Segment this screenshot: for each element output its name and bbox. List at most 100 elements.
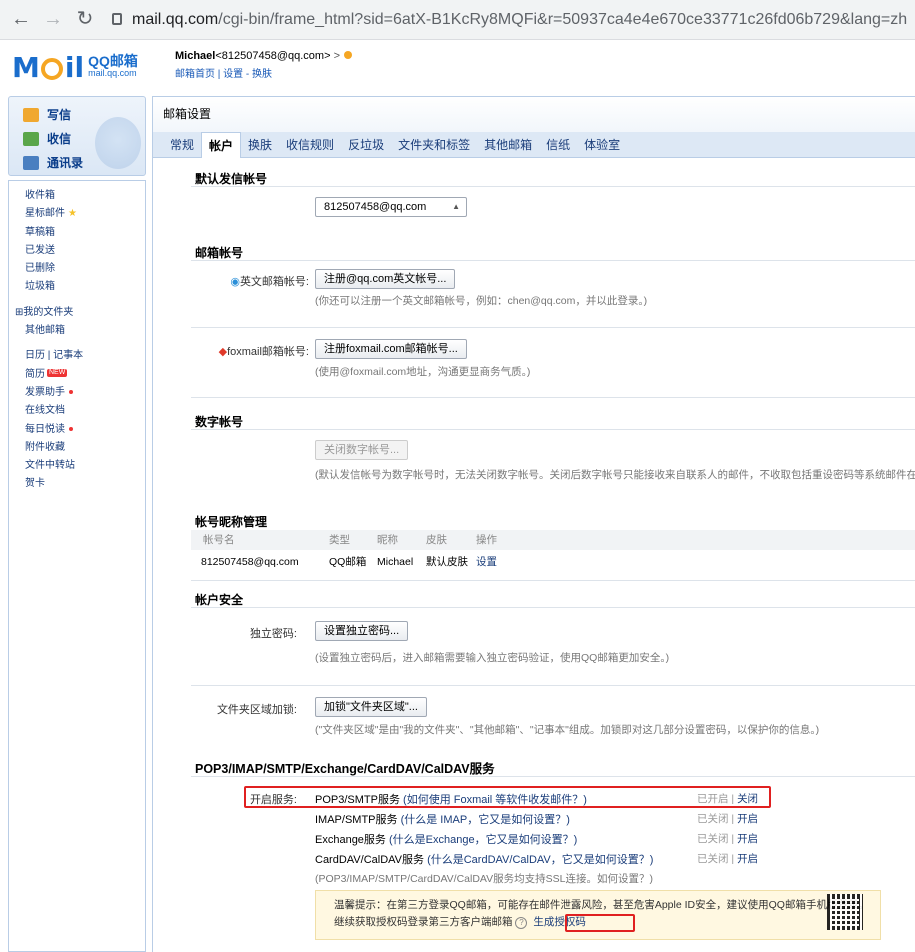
cell-account: 812507458@qq.com — [201, 556, 299, 568]
default-sender-select[interactable]: 812507458@qq.com ▲ — [315, 197, 467, 217]
service-name: CardDAV/CalDAV服务 — [315, 854, 425, 866]
back-arrow-icon[interactable]: ← — [10, 8, 32, 30]
sidebar-item-docs[interactable]: 在线文档 — [9, 402, 145, 420]
tab-rules[interactable]: 收信规则 — [279, 132, 341, 158]
settings-tabs: 常规 帐户 换肤 收信规则 反垃圾 文件夹和标签 其他邮箱 信纸 体验室 — [153, 132, 915, 158]
security-heading: 帐户安全 — [195, 593, 244, 607]
highlight-box — [244, 786, 771, 808]
nickname-settings-link[interactable]: 设置 — [476, 550, 526, 574]
user-info: Michael<812507458@qq.com> > 邮箱首页 | 设置 - … — [175, 50, 353, 80]
status-text: 已关闭 — [697, 833, 729, 845]
service-name: IMAP/SMTP服务 — [315, 814, 398, 826]
sidebar-item-starred[interactable]: 星标邮件 ★ — [9, 205, 145, 223]
sidebar-item-invoice[interactable]: 发票助手 — [9, 384, 145, 402]
sidebar-item-deleted[interactable]: 已删除 — [9, 260, 145, 278]
service-help-link[interactable]: (什么是 IMAP，它又是如何设置？) — [401, 814, 570, 826]
carddav-status: 已关闭 | 开启 — [697, 853, 759, 865]
close-digital-account-button[interactable]: 关闭数字帐号... — [315, 440, 409, 460]
sidebar-item-file-transfer[interactable]: 文件中转站 — [9, 457, 145, 475]
col-action: 操作 — [476, 534, 497, 546]
logo-domain-text: mail.qq.com — [88, 68, 137, 78]
globe-icon: ◉ — [230, 276, 240, 288]
sidebar-item-calendar-notes[interactable]: 日历 | 记事本 — [9, 347, 145, 365]
tab-general[interactable]: 常规 — [163, 132, 201, 158]
settings-panel: 邮箱设置 常规 帐户 换肤 收信规则 反垃圾 文件夹和标签 其他邮箱 信纸 体验… — [152, 96, 915, 952]
forward-arrow-icon[interactable]: → — [42, 8, 64, 30]
sidebar-item-daily-read[interactable]: 每日悦读 — [9, 421, 145, 439]
password-hint: (设置独立密码后，进入邮箱需要输入独立密码验证，使用QQ邮箱更加安全。) — [315, 652, 670, 664]
english-account-label: ◉英文邮箱帐号: — [223, 273, 309, 289]
service-help-link[interactable]: (什么是CardDAV/CalDAV，它又是如何设置？) — [427, 854, 653, 866]
sidebar-item-resume[interactable]: 简历 NEW — [9, 366, 145, 384]
carddav-open-link[interactable]: 开启 — [737, 853, 758, 865]
default-sender-heading: 默认发信帐号 — [195, 172, 268, 186]
lock-folder-button[interactable]: 加锁"文件夹区域"... — [315, 697, 427, 717]
compose-label: 写信 — [47, 108, 72, 122]
status-dot-icon — [344, 51, 353, 59]
register-english-button[interactable]: 注册@qq.com英文帐号... — [315, 269, 456, 289]
tab-antispam[interactable]: 反垃圾 — [341, 132, 391, 158]
col-type: 类型 — [329, 534, 350, 546]
service-name: Exchange服务 — [315, 834, 386, 846]
resume-label: 简历 — [25, 368, 45, 380]
header-links[interactable]: 邮箱首页 | 设置 - 换肤 — [175, 65, 352, 80]
user-name[interactable]: Michael — [175, 50, 215, 62]
exchange-service: Exchange服务 (什么是Exchange，它又是如何设置？) — [315, 831, 577, 847]
warning-text-line1: 温馨提示：在第三方登录QQ邮箱，可能存在邮件泄露风险，甚至危害Apple ID安… — [334, 899, 869, 911]
status-text: 已关闭 — [697, 853, 729, 865]
logo-qq-text: QQ邮箱 — [88, 53, 138, 69]
sidebar-item-inbox[interactable]: 收件箱 — [9, 187, 145, 205]
sidebar-item-other-mailbox[interactable]: 其他邮箱 — [9, 322, 145, 340]
sidebar-item-cards[interactable]: 贺卡 — [9, 475, 145, 493]
folder-list: 收件箱 星标邮件 ★ 草稿箱 已发送 已删除 垃圾箱 ⊞我的文件夹 其他邮箱 日历… — [8, 180, 146, 952]
sidebar-item-sent[interactable]: 已发送 — [9, 242, 145, 260]
star-icon: ★ — [68, 208, 77, 220]
tab-lab[interactable]: 体验室 — [577, 132, 627, 158]
digital-account-heading: 数字帐号 — [195, 415, 244, 429]
reload-icon[interactable]: ↻ — [74, 8, 96, 30]
tab-skin[interactable]: 换肤 — [241, 132, 279, 158]
help-circle-icon[interactable]: ? — [515, 917, 528, 929]
exchange-open-link[interactable]: 开启 — [737, 833, 758, 845]
register-foxmail-button[interactable]: 注册foxmail.com邮箱帐号... — [315, 339, 467, 359]
service-help-link[interactable]: (什么是Exchange，它又是如何设置？) — [389, 834, 577, 846]
carddav-service: CardDAV/CalDAV服务 (什么是CardDAV/CalDAV，它又是如… — [315, 851, 653, 867]
highlight-box — [565, 914, 635, 932]
url-path: /cgi-bin/frame_html?sid=6atX-B1KcRy8MQFi… — [218, 11, 908, 28]
sidebar-item-spam[interactable]: 垃圾箱 — [9, 278, 145, 296]
ssl-hint: (POP3/IMAP/SMTP/CardDAV/CalDAV服务均支持SSL连接… — [315, 873, 653, 885]
sidebar-item-attachments[interactable]: 附件收藏 — [9, 439, 145, 457]
set-password-button[interactable]: 设置独立密码... — [315, 621, 409, 641]
foxmail-label-text: foxmail邮箱帐号: — [227, 346, 309, 358]
default-sender-value: 812507458@qq.com — [324, 201, 427, 213]
sidebar-item-drafts[interactable]: 草稿箱 — [9, 224, 145, 242]
tab-other-mailbox[interactable]: 其他邮箱 — [477, 132, 539, 158]
sidebar-actions: 写信 收信 通讯录 — [8, 96, 146, 176]
exchange-status: 已关闭 | 开启 — [697, 833, 759, 845]
red-dot-badge — [69, 390, 73, 395]
tab-account[interactable]: 帐户 — [201, 132, 242, 158]
sidebar-item-my-folders[interactable]: ⊞我的文件夹 — [9, 304, 145, 322]
cell-type: QQ邮箱 — [329, 556, 367, 568]
nickname-heading: 帐号昵称管理 — [195, 515, 268, 529]
starred-label: 星标邮件 — [25, 208, 65, 220]
url-domain: mail.qq.com — [132, 11, 219, 28]
logo-m: M — [12, 50, 40, 84]
browser-toolbar: ← → ↻ mail.qq.com/cgi-bin/frame_html?sid… — [0, 0, 915, 40]
tab-folders-labels[interactable]: 文件夹和标签 — [391, 132, 477, 158]
tab-stationery[interactable]: 信纸 — [539, 132, 577, 158]
qr-code-icon — [827, 894, 863, 930]
logo-o-icon — [40, 58, 63, 80]
left-sidebar: 写信 收信 通讯录 收件箱 星标邮件 ★ 草稿箱 已发送 已删除 垃圾箱 ⊞我的文… — [8, 96, 146, 952]
cell-nickname: Michael — [377, 556, 414, 568]
address-bar[interactable]: mail.qq.com/cgi-bin/frame_html?sid=6atX-… — [112, 8, 912, 32]
col-account: 帐号名 — [203, 534, 235, 546]
mailbox-heading: 邮箱帐号 — [195, 246, 244, 260]
cell-skin: 默认皮肤 — [426, 556, 468, 568]
imap-open-link[interactable]: 开启 — [737, 813, 758, 825]
table-row: 812507458@qq.com QQ邮箱 Michael 默认皮肤 设置 — [191, 550, 915, 574]
english-label-text: 英文邮箱帐号: — [239, 276, 309, 288]
foxmail-icon: ◆ — [218, 346, 228, 358]
table-header: 帐号名 类型 昵称 皮肤 操作 — [191, 530, 915, 550]
qqmail-logo[interactable]: M il QQ邮箱 mail.qq.com — [12, 50, 138, 84]
